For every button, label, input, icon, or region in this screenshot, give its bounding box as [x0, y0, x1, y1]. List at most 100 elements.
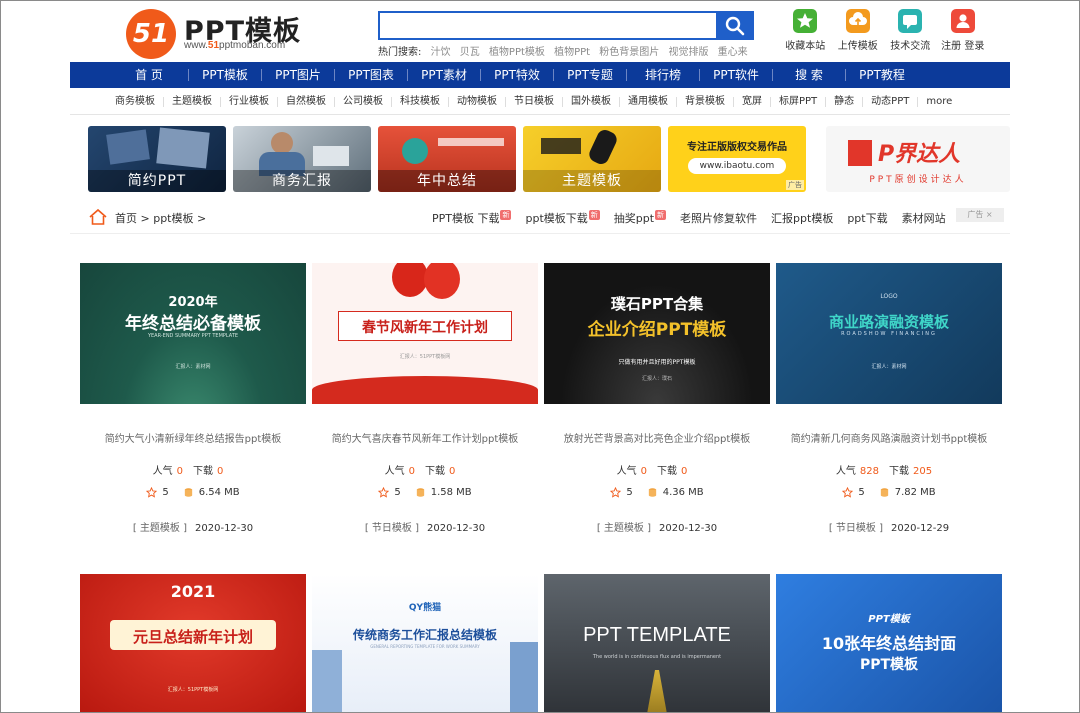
ad-link[interactable]: 老照片修复软件 [680, 210, 757, 226]
card-thumbnail[interactable]: 璞石PPT合集 企业介绍PPT模板 只做有用并且好用的PPT模板 汇报人：璞石 [544, 263, 770, 404]
breadcrumb[interactable]: 首页 > ppt模板 > [115, 210, 206, 226]
template-card[interactable]: QY熊猫 传统商务工作汇报总结模板 GENERAL REPORTING TEMP… [312, 574, 538, 713]
template-card[interactable]: 璞石PPT合集 企业介绍PPT模板 只做有用并且好用的PPT模板 汇报人：璞石 … [544, 263, 770, 534]
banner-theme-template[interactable]: 主题模板 [523, 126, 661, 192]
category-divider [619, 97, 620, 107]
category-link[interactable]: 主题模板 [172, 89, 212, 115]
template-card[interactable]: PPT TEMPLATE The world is in continuous … [544, 574, 770, 713]
card-meta: 5 4.36 MB [544, 487, 770, 498]
hot-item[interactable]: 植物PPt模板 [489, 47, 545, 58]
hot-item[interactable]: 汁饮 [431, 47, 451, 58]
nav-ranking[interactable]: 排行榜 [627, 62, 699, 88]
category-more-link[interactable]: more [926, 89, 952, 115]
card-thumbnail[interactable]: 春节风新年工作计划 汇报人：51PPT模板网 [312, 263, 538, 404]
ad-link[interactable]: ppt下载 [847, 210, 887, 226]
category-link[interactable]: 自然模板 [286, 89, 326, 115]
bookmark-link[interactable]: 收藏本站 [779, 9, 832, 55]
nav-ppt-topics[interactable]: PPT专题 [554, 62, 626, 88]
card-title[interactable]: 放射光芒背景高对比亮色企业介绍ppt模板 [544, 430, 770, 445]
category-link[interactable]: 通用模板 [628, 89, 668, 115]
card-thumbnail[interactable]: 2021 元旦总结新年计划 汇报人：51PPT模板网 [80, 574, 306, 713]
thumb-subtitle: GENERAL REPORTING TEMPLATE FOR WORK SUMM… [312, 644, 538, 649]
category-link[interactable]: 标屏PPT [779, 89, 817, 115]
card-thumbnail[interactable]: 2020年 年终总结必备模板 YEAR-END SUMMARY PPT TEMP… [80, 263, 306, 404]
login-link[interactable]: 注册 登录 [937, 9, 990, 55]
template-card[interactable]: 2020年 年终总结必备模板 YEAR-END SUMMARY PPT TEMP… [80, 263, 306, 534]
nav-ppt-materials[interactable]: PPT素材 [408, 62, 480, 88]
card-thumbnail[interactable]: PPT模板 10张年终总结封面 PPT模板 [776, 574, 1002, 713]
thumb-note: 汇报人：素材网 [776, 363, 1002, 370]
nav-ppt-effects[interactable]: PPT特效 [481, 62, 553, 88]
category-tag[interactable]: [ 节日模板 ] [829, 523, 883, 534]
nav-ppt-tutorials[interactable]: PPT教程 [846, 62, 918, 88]
ad-link[interactable]: ppt模板下载新 [525, 210, 599, 226]
category-link[interactable]: 动物模板 [457, 89, 497, 115]
ad-close-button[interactable]: 广告 × [956, 208, 1004, 222]
banner-midyear-summary[interactable]: 年中总结 [378, 126, 516, 192]
logo-mark: 51 [126, 9, 176, 59]
card-meta: 5 6.54 MB [80, 487, 306, 498]
nav-ppt-templates[interactable]: PPT模板 [189, 62, 261, 88]
ad-link[interactable]: PPT模板 下载新 [432, 210, 511, 226]
template-card[interactable]: 2021 元旦总结新年计划 汇报人：51PPT模板网 [80, 574, 306, 713]
banner-ppt-expert[interactable]: P界达人 PPT原创设计达人 [826, 126, 1010, 192]
category-link[interactable]: 动态PPT [871, 89, 909, 115]
hot-item[interactable]: 重心来眠 [718, 47, 748, 58]
thumb-title: 璞石PPT合集 [544, 293, 770, 314]
template-card[interactable]: LOGO 商业路演融资模板 ROADSHOW FINANCING 汇报人：素材网… [776, 263, 1002, 534]
category-link[interactable]: 公司模板 [343, 89, 383, 115]
nav-search[interactable]: 搜 索 [773, 62, 845, 88]
thumb-note: 汇报人：素材网 [80, 363, 306, 370]
thumb-note: 汇报人：51PPT模板网 [80, 686, 306, 693]
category-link[interactable]: 静态 [834, 89, 854, 115]
chat-link[interactable]: 技术交流 [884, 9, 937, 55]
category-link[interactable]: 节日模板 [514, 89, 554, 115]
card-title[interactable]: 简约大气小清新绿年终总结报告ppt模板 [80, 430, 306, 445]
category-tag[interactable]: [ 主题模板 ] [133, 523, 187, 534]
banner-ad-ibaotu[interactable]: 专注正版版权交易作品 www.ibaotu.com 广告 [668, 126, 806, 192]
template-card[interactable]: PPT模板 10张年终总结封面 PPT模板 [776, 574, 1002, 713]
thumb-note: 只做有用并且好用的PPT模板 [544, 357, 770, 366]
template-card[interactable]: 春节风新年工作计划 汇报人：51PPT模板网 简约大气喜庆春节风新年工作计划pp… [312, 263, 538, 534]
category-link[interactable]: 宽屏 [742, 89, 762, 115]
card-category: [ 节日模板 ]2020-12-29 [776, 519, 1002, 534]
banner-business-report[interactable]: 商务汇报 [233, 126, 371, 192]
category-link[interactable]: 商务模板 [115, 89, 155, 115]
card-thumbnail[interactable]: PPT TEMPLATE The world is in continuous … [544, 574, 770, 713]
ad-link[interactable]: 汇报ppt模板 [771, 210, 833, 226]
hot-item[interactable]: 贝瓦 [460, 47, 480, 58]
card-category: [ 主题模板 ]2020-12-30 [544, 519, 770, 534]
category-divider [277, 97, 278, 107]
card-category: [ 主题模板 ]2020-12-30 [80, 519, 306, 534]
search-input[interactable] [378, 11, 718, 40]
ad-link[interactable]: 素材网站 [902, 210, 946, 226]
nav-ppt-charts[interactable]: PPT图表 [335, 62, 407, 88]
card-thumbnail[interactable]: LOGO 商业路演融资模板 ROADSHOW FINANCING 汇报人：素材网 [776, 263, 1002, 404]
upload-link[interactable]: 上传模板 [832, 9, 885, 55]
hot-item[interactable]: 植物PPt [554, 47, 590, 58]
nav-ppt-software[interactable]: PPT软件 [700, 62, 772, 88]
file-size: 4.36 MB [663, 487, 704, 498]
nav-home[interactable]: 首 页 [120, 62, 178, 88]
ad-link[interactable]: 抽奖ppt新 [614, 210, 666, 226]
thumb-title: 春节风新年工作计划 [312, 317, 538, 337]
category-link[interactable]: 国外模板 [571, 89, 611, 115]
nav-ppt-images[interactable]: PPT图片 [262, 62, 334, 88]
category-tag[interactable]: [ 主题模板 ] [597, 523, 651, 534]
card-title[interactable]: 简约清新几何商务风路演融资计划书ppt模板 [776, 430, 1002, 445]
card-title[interactable]: 简约大气喜庆春节风新年工作计划ppt模板 [312, 430, 538, 445]
building-decoration [312, 650, 342, 713]
category-tag[interactable]: [ 节日模板 ] [365, 523, 419, 534]
search-button[interactable] [716, 11, 754, 40]
page: 51 PPT模板 www.51pptmoban.com 热门搜索: 汁饮 贝瓦 … [0, 0, 1080, 713]
hot-item[interactable]: 视觉排版 [668, 47, 708, 58]
hot-item[interactable]: 粉色背景图片 [599, 47, 659, 58]
lantern-decoration [424, 263, 460, 299]
category-link[interactable]: 行业模板 [229, 89, 269, 115]
banner-simple-ppt[interactable]: 简约PPT [88, 126, 226, 192]
site-logo[interactable]: 51 PPT模板 www.51pptmoban.com [126, 7, 306, 57]
category-link[interactable]: 背景模板 [685, 89, 725, 115]
category-nav: 商务模板 主题模板 行业模板 自然模板 公司模板 科技模板 动物模板 节日模板 … [70, 89, 1010, 115]
card-thumbnail[interactable]: QY熊猫 传统商务工作汇报总结模板 GENERAL REPORTING TEMP… [312, 574, 538, 713]
category-link[interactable]: 科技模板 [400, 89, 440, 115]
